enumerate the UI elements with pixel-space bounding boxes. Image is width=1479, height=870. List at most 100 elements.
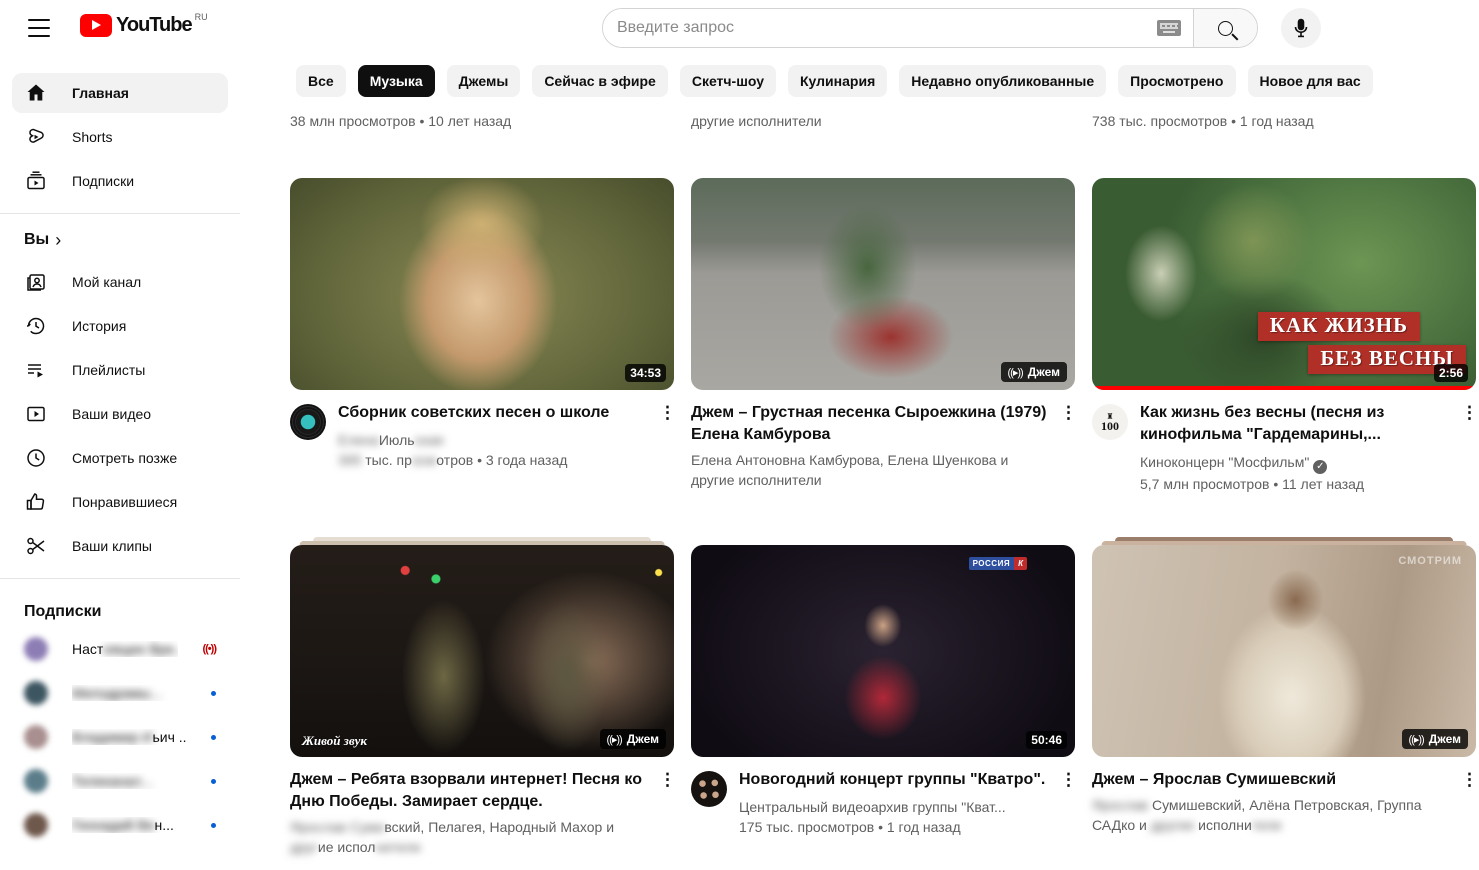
voice-search-button[interactable]: [1281, 8, 1321, 48]
video-views: 5,7 млн просмотров • 11 лет назад: [1140, 474, 1452, 494]
divider: [0, 213, 240, 214]
video-grid: 34:53 Сборник советских песен о школе Ел…: [290, 170, 1476, 857]
divider: [0, 578, 240, 579]
sidebar-item-watch-later[interactable]: Смотреть позже: [12, 438, 228, 478]
video-byline[interactable]: Ярослав Сумишевский, Алёна Петровская, Г…: [1092, 795, 1452, 835]
video-card: ((▸))Джем Джем – Грустная песенка Сыроеж…: [691, 170, 1075, 510]
subscriptions-header: Подписки: [0, 591, 240, 629]
jam-badge: ((▸))Джем: [1402, 729, 1468, 749]
thumbnail-banner-text: КАК ЖИЗНЬ: [1258, 312, 1420, 341]
video-byline: другие исполнители: [691, 113, 1075, 129]
video-byline[interactable]: Елена Антоновна Камбурова, Елена Шуенков…: [691, 450, 1051, 490]
video-byline[interactable]: Ярослав Сумивский, Пелагея, Народный Мах…: [290, 817, 650, 857]
video-title[interactable]: Джем – Ярослав Сумишевский: [1092, 769, 1452, 791]
video-card: 34:53 Сборник советских песен о школе Ел…: [290, 170, 674, 510]
sidebar-item-shorts[interactable]: Shorts: [12, 117, 228, 157]
chip-new-for-you[interactable]: Новое для вас: [1248, 65, 1373, 97]
search-input[interactable]: [603, 9, 1157, 47]
watch-progress-bar: [1092, 386, 1476, 390]
sidebar-item-home[interactable]: Главная: [12, 73, 228, 113]
chip-watched[interactable]: Просмотрено: [1118, 65, 1235, 97]
subscription-channel[interactable]: Мелодрамы...: [12, 673, 228, 713]
channel-avatar: [24, 769, 48, 793]
video-title[interactable]: Сборник советских песен о школе: [338, 402, 650, 424]
filter-chip-bar: Все Музыка Джемы Сейчас в эфире Скетч-шо…: [240, 56, 1479, 106]
sidebar-item-label: История: [72, 318, 126, 334]
video-thumbnail[interactable]: Живой звук ((▸))Джем: [290, 545, 674, 757]
youtube-play-icon: [80, 14, 112, 37]
chip-jams[interactable]: Джемы: [447, 65, 521, 97]
channel-avatar-vinyl[interactable]: [290, 404, 326, 440]
subscription-channel[interactable]: Владимир Иьич ...: [12, 717, 228, 757]
kebab-menu-icon[interactable]: ⋮: [1060, 771, 1077, 789]
thumbnail-watermark: Живой звук: [302, 733, 367, 749]
you-label: Вы: [24, 231, 49, 249]
duration-badge: 34:53: [625, 364, 666, 382]
sidebar-item-playlists[interactable]: Плейлисты: [12, 350, 228, 390]
chip-live[interactable]: Сейчас в эфире: [532, 65, 668, 97]
video-channel[interactable]: ЕленаИюльская: [338, 430, 650, 450]
sidebar-item-label: Shorts: [72, 129, 112, 145]
live-icon: ((•)): [202, 643, 216, 655]
youtube-logo[interactable]: YouTube RU: [80, 14, 208, 37]
sidebar-item-label: Плейлисты: [72, 362, 145, 378]
jam-badge: ((▸))Джем: [600, 729, 666, 749]
kebab-menu-icon[interactable]: ⋮: [1461, 404, 1478, 422]
video-views: 38 млн просмотров • 10 лет назад: [290, 113, 674, 129]
rossiya-k-logo: РОССИЯК: [969, 557, 1027, 570]
kebab-menu-icon[interactable]: ⋮: [659, 404, 676, 422]
kebab-menu-icon[interactable]: ⋮: [1461, 771, 1478, 789]
history-icon: [24, 314, 48, 338]
channel-avatar-kvatro[interactable]: [691, 771, 727, 807]
chip-music[interactable]: Музыка: [358, 65, 435, 97]
video-thumbnail[interactable]: КАК ЖИЗНЬ БЕЗ ВЕСНЫ 2:56: [1092, 178, 1476, 390]
sidebar-item-history[interactable]: История: [12, 306, 228, 346]
video-title[interactable]: Джем – Ребята взорвали интернет! Песня к…: [290, 769, 650, 813]
video-title[interactable]: Джем – Грустная песенка Сыроежкина (1979…: [691, 402, 1051, 446]
channel-name: Геннадий Вен...: [72, 817, 187, 833]
channel-avatar-mosfilm[interactable]: ♜ 100: [1092, 404, 1128, 440]
scissors-icon: [24, 534, 48, 558]
jam-icon: ((▸)): [607, 733, 622, 746]
sidebar-you-header[interactable]: Вы ›: [0, 226, 240, 254]
chip-cooking[interactable]: Кулинария: [788, 65, 887, 97]
video-thumbnail[interactable]: ((▸))Джем: [691, 178, 1075, 390]
search-button[interactable]: [1193, 9, 1257, 47]
channel-avatar: [24, 637, 48, 661]
jam-icon: ((▸)): [1409, 733, 1424, 746]
kebab-menu-icon[interactable]: ⋮: [1060, 404, 1077, 422]
subscription-channel[interactable]: Телеканал...: [12, 761, 228, 801]
kebab-menu-icon[interactable]: ⋮: [659, 771, 676, 789]
mosfilm-100-label: 100: [1101, 421, 1119, 431]
chip-sketch[interactable]: Скетч-шоу: [680, 65, 776, 97]
video-views: 395 тыс. просмотров • 3 года назад: [338, 450, 650, 470]
video-thumbnail[interactable]: 34:53: [290, 178, 674, 390]
video-views: 175 тыс. просмотров • 1 год назад: [739, 817, 1051, 837]
video-card: Живой звук ((▸))Джем Джем – Ребята взорв…: [290, 537, 674, 857]
sidebar-item-label: Ваши клипы: [72, 538, 152, 554]
keyboard-icon[interactable]: [1157, 20, 1181, 36]
subscription-channel[interactable]: Настоящее Вре... ((•)): [12, 629, 228, 669]
sidebar-item-my-channel[interactable]: Мой канал: [12, 262, 228, 302]
hamburger-menu-icon[interactable]: [24, 16, 54, 40]
video-title[interactable]: Как жизнь без весны (песня из кинофильма…: [1140, 402, 1452, 446]
video-thumbnail[interactable]: РОССИЯК 50:46: [691, 545, 1075, 757]
sidebar-item-your-clips[interactable]: Ваши клипы: [12, 526, 228, 566]
microphone-icon: [1289, 16, 1313, 40]
duration-badge: 2:56: [1434, 364, 1468, 382]
sidebar-item-subscriptions[interactable]: Подписки: [12, 161, 228, 201]
video-card: РОССИЯК 50:46 Новогодний концерт группы …: [691, 537, 1075, 857]
sidebar-item-liked-videos[interactable]: Понравившиеся: [12, 482, 228, 522]
chip-recent[interactable]: Недавно опубликованные: [899, 65, 1106, 97]
sidebar: Главная Shorts Подписки Вы ›: [0, 56, 240, 870]
video-channel[interactable]: Центральный видеоархив группы "Кват...: [739, 797, 1051, 817]
chip-all[interactable]: Все: [296, 65, 346, 97]
video-card: СМОТРИМ ((▸))Джем Джем – Ярослав Сумишев…: [1092, 537, 1476, 857]
sidebar-item-label: Ваши видео: [72, 406, 151, 422]
sidebar-item-your-videos[interactable]: Ваши видео: [12, 394, 228, 434]
video-thumbnail[interactable]: СМОТРИМ ((▸))Джем: [1092, 545, 1476, 757]
channel-name: Мелодрамы...: [72, 685, 187, 701]
subscription-channel[interactable]: Геннадий Вен...: [12, 805, 228, 845]
video-title[interactable]: Новогодний концерт группы "Кватро".: [739, 769, 1051, 791]
video-channel[interactable]: Киноконцерн "Мосфильм"✓: [1140, 452, 1452, 474]
